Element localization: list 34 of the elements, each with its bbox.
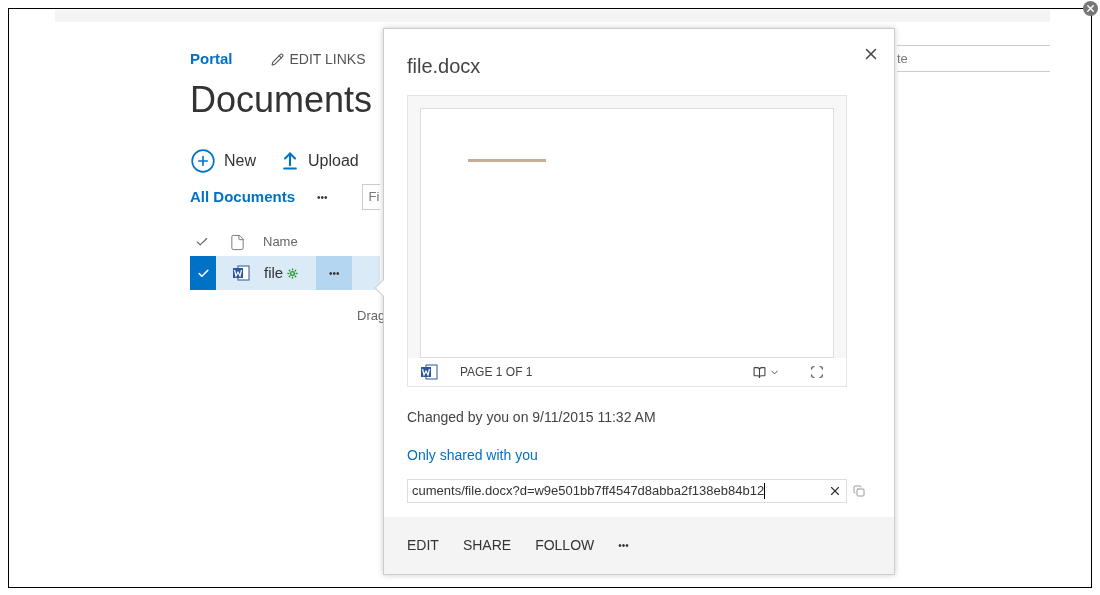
callout-title: file.docx <box>407 54 481 79</box>
action-button[interactable]: SHARE <box>462 535 512 556</box>
check-icon <box>196 266 210 280</box>
portal-link[interactable]: Portal <box>190 47 233 71</box>
clear-icon[interactable] <box>828 484 842 498</box>
check-icon[interactable] <box>195 235 209 249</box>
column-header[interactable]: Name <box>263 232 298 252</box>
fullscreen-icon[interactable] <box>810 365 824 379</box>
more-button[interactable]: ••• <box>317 189 328 205</box>
page-title: Documents <box>190 78 374 122</box>
file-row[interactable]: file ••• <box>190 256 380 290</box>
plus-circle-icon <box>190 148 216 174</box>
action-button[interactable]: ••• <box>618 538 629 553</box>
command-button[interactable]: New <box>190 148 256 174</box>
link-field[interactable]: cuments/file.docx?d=w9e501bb7ff4547d8abba2f138eb84b12 <box>407 479 847 503</box>
view-link[interactable]: All Documents <box>190 185 295 209</box>
page-view-icon[interactable] <box>753 365 766 379</box>
page-count: PAGE 1 OF 1 <box>460 364 533 381</box>
document-icon <box>232 264 250 282</box>
file-icon <box>229 233 246 251</box>
command-button[interactable]: Upload <box>280 149 359 173</box>
row-checkbox[interactable] <box>190 256 216 290</box>
action-button[interactable]: EDIT <box>407 535 439 556</box>
word-icon <box>420 363 438 381</box>
edit-links-button[interactable]: EDIT LINKS <box>270 48 366 70</box>
changed-info: Changed by you on 9/11/2015 11:32 AM <box>407 408 657 427</box>
sharing-link[interactable]: Only shared with you <box>407 445 538 466</box>
upload-icon <box>280 151 300 171</box>
action-button[interactable]: FOLLOW <box>535 535 595 556</box>
more-button[interactable]: ••• <box>316 256 353 290</box>
pencil-icon <box>270 52 284 66</box>
file-name-link[interactable]: file <box>264 261 284 285</box>
search-field[interactable]: te <box>897 45 1050 72</box>
filter-field[interactable]: Fi <box>361 184 380 210</box>
